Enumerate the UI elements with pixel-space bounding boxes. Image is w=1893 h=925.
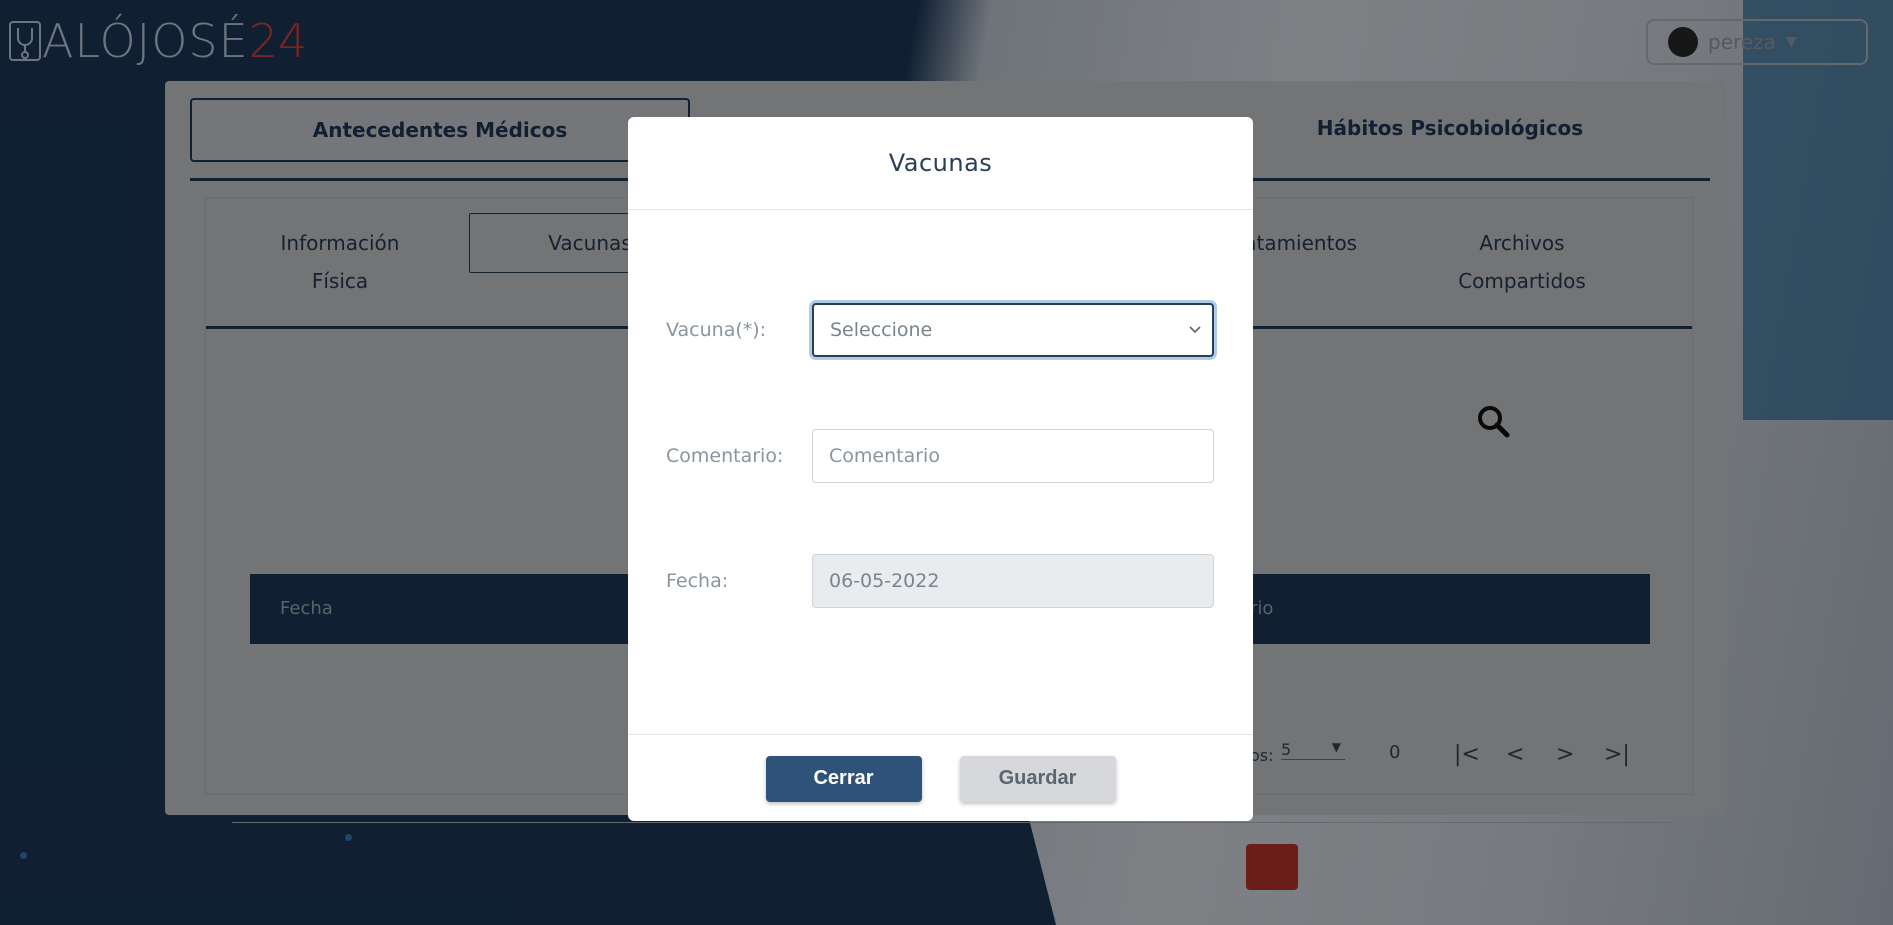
comentario-row: Comentario: Comentario (666, 429, 1214, 483)
fecha-label: Fecha: (666, 570, 729, 592)
vacuna-row: Vacuna(*): Seleccione (666, 303, 1214, 357)
fecha-row: Fecha: 06-05-2022 (666, 554, 1214, 608)
fecha-value: 06-05-2022 (829, 570, 940, 592)
fecha-input: 06-05-2022 (812, 554, 1214, 608)
comentario-input[interactable]: Comentario (812, 429, 1214, 483)
comentario-placeholder: Comentario (829, 445, 940, 467)
close-button[interactable]: Cerrar (765, 755, 922, 802)
vacuna-select[interactable]: Seleccione (812, 303, 1214, 357)
vacunas-modal: Vacunas Vacuna(*): Seleccione Comentario… (628, 117, 1253, 821)
vacuna-selected-value: Seleccione (830, 319, 933, 341)
chevron-down-icon (1189, 326, 1201, 334)
comentario-label: Comentario: (666, 445, 784, 467)
vacuna-label: Vacuna(*): (666, 319, 767, 341)
modal-footer: Cerrar Guardar (628, 734, 1253, 822)
save-button[interactable]: Guardar (959, 755, 1116, 802)
modal-header: Vacunas (628, 117, 1253, 210)
modal-title: Vacunas (888, 149, 993, 177)
